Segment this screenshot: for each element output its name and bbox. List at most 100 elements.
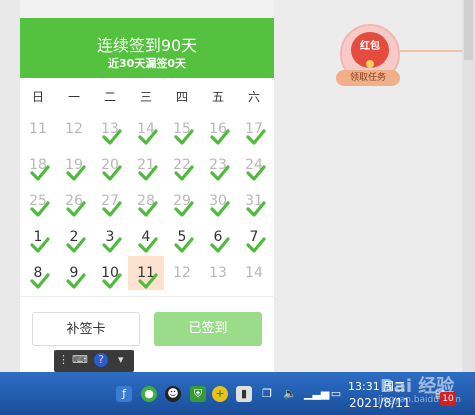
claim-task-label[interactable]: 领取任务 — [336, 70, 400, 86]
weekday-label: 二 — [103, 90, 116, 104]
day-cell[interactable]: 30 — [200, 184, 236, 218]
day-cell[interactable]: 14 — [236, 256, 272, 290]
day-cell[interactable]: 4 — [128, 220, 164, 254]
day-number: 6 — [213, 229, 223, 245]
day-number: 30 — [209, 193, 227, 209]
scrollbar-thumb[interactable] — [464, 0, 473, 60]
signed-in-button[interactable]: 已签到 — [154, 312, 262, 346]
day-cell[interactable]: 31 — [236, 184, 272, 218]
day-number: 13 — [101, 121, 119, 137]
day-cell[interactable]: 8 — [20, 256, 56, 290]
day-number: 3 — [105, 229, 115, 245]
day-cell[interactable]: 20 — [92, 148, 128, 182]
device-icon[interactable]: ▮ — [236, 386, 252, 402]
day-number: 18 — [29, 157, 47, 173]
day-cell[interactable]: 6 — [200, 220, 236, 254]
day-cell[interactable]: 3 — [92, 220, 128, 254]
day-number: 15 — [173, 121, 191, 137]
streak-title: 连续签到90天 — [96, 36, 198, 55]
day-number: 27 — [101, 193, 119, 209]
copy-icon[interactable]: ❐ — [259, 386, 275, 402]
day-cell[interactable]: 29 — [164, 184, 200, 218]
day-cell[interactable]: 1 — [20, 220, 56, 254]
day-number: 20 — [101, 157, 119, 173]
day-number: 4 — [141, 229, 151, 245]
day-number: 17 — [245, 121, 263, 137]
shield-icon[interactable]: ⛨ — [190, 386, 206, 402]
day-number: 14 — [137, 121, 155, 137]
makeup-card-button[interactable]: 补签卡 — [32, 312, 140, 346]
day-number: 19 — [65, 157, 83, 173]
day-number: 29 — [173, 193, 191, 209]
flash-icon[interactable]: ƒ — [116, 386, 132, 402]
day-number: 2 — [69, 229, 79, 245]
day-number: 31 — [245, 193, 263, 209]
scrollbar[interactable] — [462, 0, 475, 372]
day-cell[interactable]: 19 — [56, 148, 92, 182]
qq-icon[interactable]: ☻ — [165, 386, 181, 402]
signal-icon[interactable]: ▁▃▅ — [304, 386, 329, 402]
day-cell[interactable]: 16 — [200, 112, 236, 146]
day-number: 12 — [65, 121, 83, 137]
day-number: 14 — [245, 265, 263, 281]
day-cell[interactable]: 22 — [164, 148, 200, 182]
day-number: 10 — [101, 265, 119, 281]
card-top-gap — [20, 0, 274, 18]
day-number: 8 — [33, 265, 43, 281]
day-number: 11 — [137, 265, 155, 281]
weekday-label: 日 — [31, 90, 44, 104]
day-cell[interactable]: 7 — [236, 220, 272, 254]
day-cell[interactable]: 27 — [92, 184, 128, 218]
day-number: 11 — [29, 121, 47, 137]
red-packet-icon: 红包 — [351, 32, 389, 68]
day-number: 26 — [65, 193, 83, 209]
day-cell[interactable]: 28 — [128, 184, 164, 218]
day-cell[interactable]: 23 — [200, 148, 236, 182]
day-cell[interactable]: 13 — [92, 112, 128, 146]
day-cell[interactable]: 14 — [128, 112, 164, 146]
day-cell[interactable]: 17 — [236, 112, 272, 146]
security-plus-icon[interactable]: + — [212, 386, 228, 402]
red-packet-title: 红包 — [360, 41, 380, 52]
speaker-icon[interactable]: 🔈 — [282, 386, 298, 402]
left-strip — [0, 0, 20, 372]
day-cell[interactable]: 12 — [56, 112, 92, 146]
day-cell[interactable]: 18 — [20, 148, 56, 182]
day-number: 23 — [209, 157, 227, 173]
day-cell[interactable]: 5 — [164, 220, 200, 254]
day-cell[interactable]: 15 — [164, 112, 200, 146]
day-number: 7 — [249, 229, 259, 245]
weekday-row: 日 一 二 三 四 五 六 — [20, 88, 274, 108]
day-number: 9 — [69, 265, 79, 281]
day-number: 5 — [177, 229, 187, 245]
battery-icon[interactable]: ▭ — [328, 386, 344, 402]
day-cell[interactable]: 24 — [236, 148, 272, 182]
red-packet-widget[interactable]: 红包 领取任务 — [330, 24, 410, 94]
calendar-grid: 11 12 13 14 15 16 17 18 19 20 21 22 23 24 25 26 27 28 29 30… — [20, 112, 274, 292]
day-cell[interactable]: 11 — [128, 256, 164, 290]
day-cell[interactable]: 9 — [56, 256, 92, 290]
day-number: 25 — [29, 193, 47, 209]
streak-subtitle: 近30天漏签0天 — [108, 57, 186, 70]
day-number: 22 — [173, 157, 191, 173]
day-number: 13 — [209, 265, 227, 281]
dropdown-icon[interactable]: ▾ — [118, 353, 124, 366]
day-cell[interactable]: 13 — [200, 256, 236, 290]
help-icon[interactable]: ? — [94, 353, 108, 367]
day-cell[interactable]: 2 — [56, 220, 92, 254]
grip-icon[interactable]: ⋮ — [58, 353, 69, 366]
day-number: 28 — [137, 193, 155, 209]
ime-toolbar[interactable]: ⋮ ⌨ ? ▾ — [54, 350, 134, 372]
day-cell[interactable]: 11 — [20, 112, 56, 146]
day-cell[interactable]: 26 — [56, 184, 92, 218]
day-cell[interactable]: 10 — [92, 256, 128, 290]
day-number: 16 — [209, 121, 227, 137]
keyboard-icon[interactable]: ⌨ — [72, 353, 88, 366]
day-number: 1 — [33, 229, 43, 245]
notification-badge[interactable]: 10 — [440, 392, 456, 406]
day-cell[interactable]: 25 — [20, 184, 56, 218]
day-cell[interactable]: 12 — [164, 256, 200, 290]
weekday-label: 一 — [67, 90, 80, 104]
day-cell[interactable]: 21 — [128, 148, 164, 182]
wechat-icon[interactable]: ● — [141, 386, 157, 402]
